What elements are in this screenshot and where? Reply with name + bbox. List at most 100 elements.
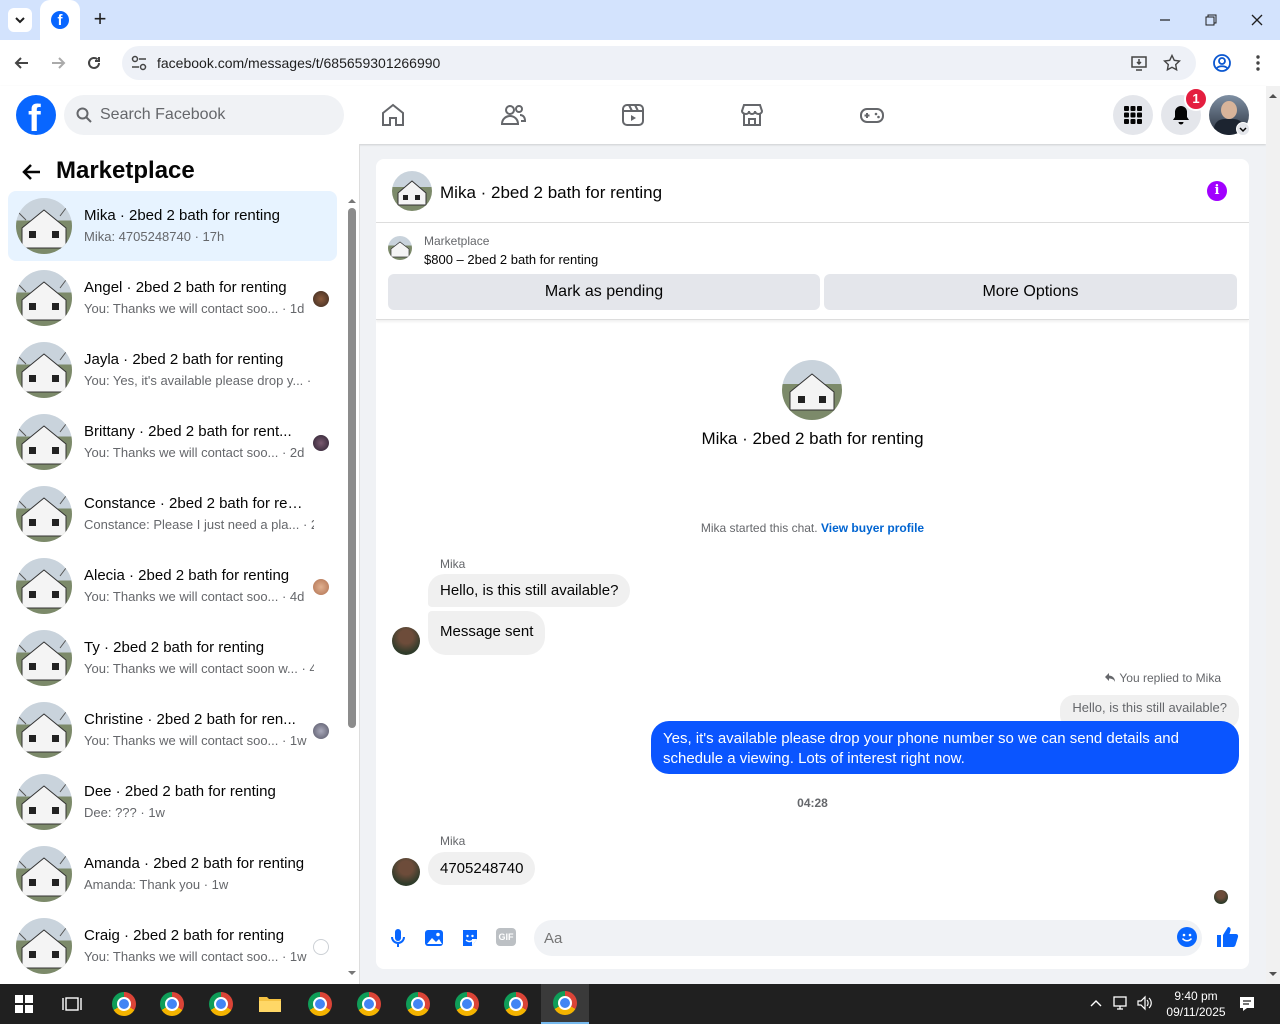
listing-title[interactable]: $800 – 2bed 2 bath for renting: [424, 252, 598, 267]
site-settings-icon[interactable]: [130, 54, 148, 72]
taskbar-chrome-active[interactable]: [541, 984, 589, 1024]
page-scrollbar[interactable]: [1266, 86, 1280, 984]
conversation-info-icon[interactable]: i: [1207, 181, 1227, 201]
restore-button[interactable]: [1201, 10, 1221, 30]
mark-pending-button[interactable]: Mark as pending: [388, 274, 820, 310]
notification-center-button[interactable]: [1238, 995, 1256, 1018]
volume-icon[interactable]: [1136, 995, 1154, 1016]
conversation-item[interactable]: Amanda · 2bed 2 bath for renting Amanda: …: [8, 839, 337, 909]
conversation-item[interactable]: Dee · 2bed 2 bath for renting Dee: ??? · …: [8, 767, 337, 837]
conversation-item[interactable]: Craig · 2bed 2 bath for renting You: Than…: [8, 911, 337, 981]
chat-listing-avatar[interactable]: [392, 171, 432, 211]
facebook-logo-icon[interactable]: f: [16, 95, 56, 135]
conversation-name: Alecia · 2bed 2 bath for renting: [84, 567, 290, 584]
reload-button[interactable]: [84, 53, 104, 78]
network-icon[interactable]: [1112, 995, 1130, 1016]
sidebar-scroll-thumb[interactable]: [348, 208, 356, 728]
taskbar-chrome-8[interactable]: [492, 984, 540, 1024]
new-tab-button[interactable]: +: [90, 8, 110, 30]
conversation-item[interactable]: Angel · 2bed 2 bath for renting You: Than…: [8, 263, 337, 333]
taskbar-chrome-2[interactable]: [148, 984, 196, 1024]
search-input[interactable]: Search Facebook: [100, 106, 225, 124]
message-bubble-outgoing[interactable]: Yes, it's available please drop your pho…: [651, 721, 1239, 774]
conversation-item[interactable]: Jayla · 2bed 2 bath for renting You: Yes,…: [8, 335, 337, 405]
nav-video[interactable]: [618, 100, 648, 130]
account-chevron[interactable]: [1236, 122, 1250, 136]
show-hidden-icons-button[interactable]: [1089, 996, 1103, 1015]
back-button[interactable]: [12, 53, 32, 78]
start-button[interactable]: [0, 984, 48, 1024]
chrome-icon: [160, 992, 184, 1016]
scroll-up-icon[interactable]: [1266, 89, 1280, 103]
conversation-item[interactable]: Mika · 2bed 2 bath for renting Mika: 4705…: [8, 191, 337, 261]
marketplace-icon: [740, 104, 764, 126]
browser-menu-button[interactable]: [1248, 53, 1268, 78]
message-bubble-incoming[interactable]: Message sent: [428, 611, 546, 655]
scroll-up-icon[interactable]: [347, 196, 357, 206]
sender-avatar[interactable]: [392, 627, 420, 655]
chevron-up-icon: [1090, 1000, 1102, 1007]
chevron-down-icon: [15, 17, 25, 24]
conversation-name: Jayla · 2bed 2 bath for renting: [84, 351, 284, 368]
taskbar-chrome-4[interactable]: [296, 984, 344, 1024]
sender-avatar[interactable]: [392, 858, 420, 886]
taskbar-chrome-1[interactable]: [100, 984, 148, 1024]
message-composer: GIF: [376, 917, 1249, 969]
like-button[interactable]: [1215, 925, 1239, 954]
conversation-name: Ty · 2bed 2 bath for renting: [84, 639, 265, 656]
profile-button[interactable]: [1212, 53, 1232, 78]
message-bubble-incoming[interactable]: 4705248740: [428, 852, 536, 885]
emoji-icon[interactable]: [1177, 927, 1197, 947]
close-icon: [1251, 14, 1263, 26]
taskbar-chrome-3[interactable]: [197, 984, 245, 1024]
listing-thumbnail[interactable]: [388, 236, 412, 260]
nav-marketplace[interactable]: [737, 100, 767, 130]
taskbar-chrome-7[interactable]: [443, 984, 491, 1024]
conversation-avatar: [16, 630, 72, 686]
scroll-down-icon[interactable]: [1266, 967, 1280, 981]
view-buyer-profile-link[interactable]: View buyer profile: [821, 521, 924, 535]
back-to-marketplace-button[interactable]: [20, 160, 44, 189]
tab-list-button[interactable]: [8, 8, 32, 32]
chat-title[interactable]: Mika · 2bed 2 bath for renting: [440, 183, 662, 203]
conversation-item[interactable]: Ty · 2bed 2 bath for renting You: Thanks …: [8, 623, 337, 693]
scroll-down-icon[interactable]: [347, 968, 357, 978]
more-options-button[interactable]: More Options: [824, 274, 1237, 310]
menu-button[interactable]: [1113, 95, 1153, 135]
search-box[interactable]: Search Facebook: [64, 95, 344, 135]
nav-gaming[interactable]: [857, 100, 887, 130]
message-input[interactable]: [534, 920, 1202, 956]
intro-listing-avatar[interactable]: [782, 360, 842, 420]
video-icon: [622, 104, 644, 126]
system-clock[interactable]: 9:40 pm 09/11/2025: [1160, 988, 1232, 1020]
url-text[interactable]: facebook.com/messages/t/685659301266990: [157, 55, 440, 71]
notification-count-badge: 1: [1184, 87, 1208, 111]
address-bar[interactable]: facebook.com/messages/t/685659301266990: [122, 46, 1196, 80]
forward-button[interactable]: [48, 53, 68, 78]
bookmark-star-icon[interactable]: [1163, 54, 1181, 72]
task-view-button[interactable]: [48, 984, 96, 1024]
message-bubble-incoming[interactable]: Hello, is this still available?: [428, 574, 631, 607]
thumbs-up-icon: [1217, 927, 1239, 947]
taskbar-chrome-5[interactable]: [345, 984, 393, 1024]
close-window-button[interactable]: [1247, 10, 1267, 30]
sidebar-scrollbar[interactable]: [347, 196, 357, 984]
conversation-item[interactable]: Brittany · 2bed 2 bath for rent... You: T…: [8, 407, 337, 477]
voice-clip-button[interactable]: [388, 927, 408, 954]
browser-tab-facebook[interactable]: f: [40, 0, 80, 40]
conversation-item[interactable]: Alecia · 2bed 2 bath for renting You: Tha…: [8, 551, 337, 621]
listing-panel: Marketplace $800 – 2bed 2 bath for renti…: [376, 224, 1249, 320]
gif-button[interactable]: GIF: [496, 928, 516, 946]
minimize-button[interactable]: [1155, 10, 1175, 30]
taskbar-file-explorer[interactable]: [246, 984, 294, 1024]
nav-home[interactable]: [378, 100, 408, 130]
conversation-name: Mika · 2bed 2 bath for renting: [84, 207, 280, 224]
sticker-button[interactable]: [460, 927, 480, 954]
nav-friends[interactable]: [498, 100, 528, 130]
taskbar-chrome-6[interactable]: [394, 984, 442, 1024]
install-app-icon[interactable]: [1130, 54, 1148, 72]
conversation-item[interactable]: Christine · 2bed 2 bath for ren... You: T…: [8, 695, 337, 765]
chrome-icon: [455, 992, 479, 1016]
attach-photo-button[interactable]: [424, 927, 444, 954]
conversation-item[interactable]: Constance · 2bed 2 bath for rent... Const…: [8, 479, 337, 549]
